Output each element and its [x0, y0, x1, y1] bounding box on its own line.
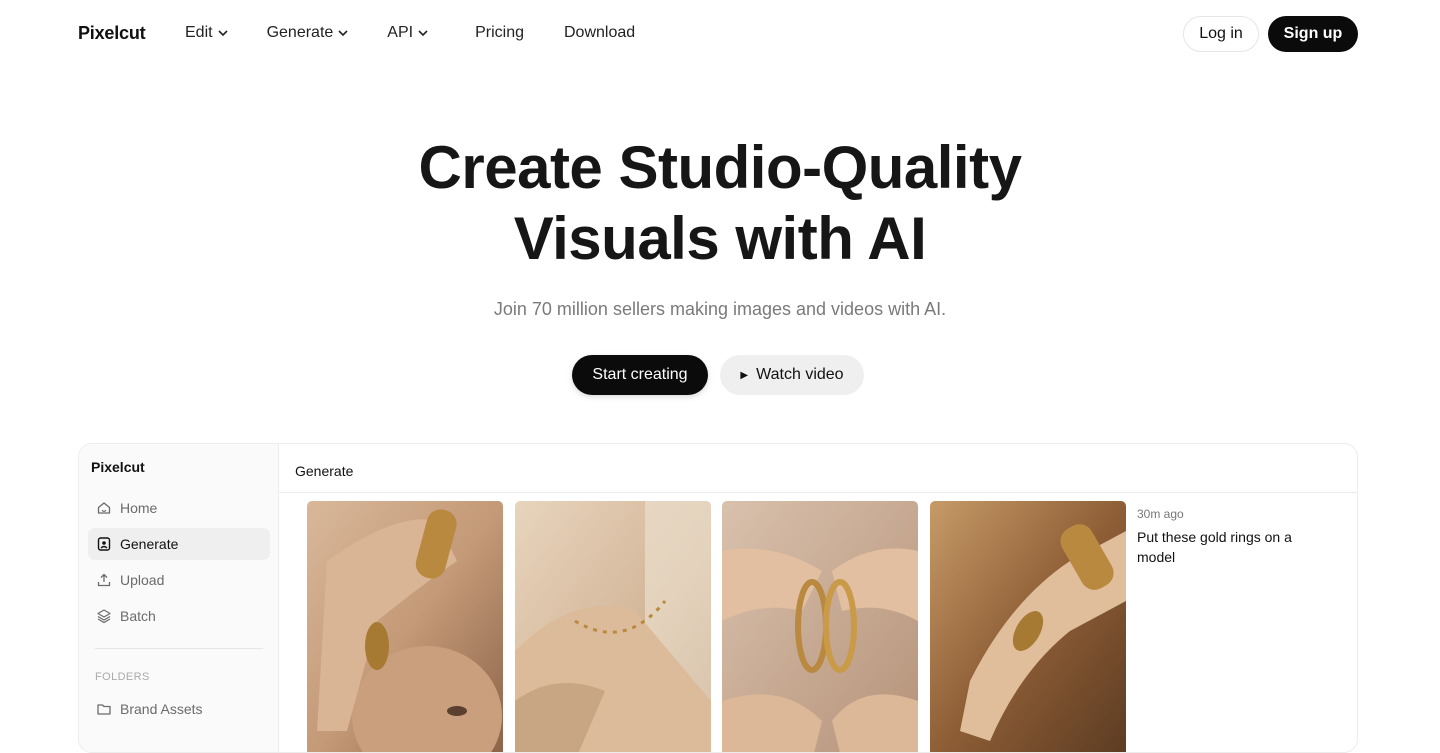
chevron-down-icon [218, 30, 228, 37]
app-preview: Pixelcut Home Generate Upload Batch FOLD… [78, 443, 1358, 753]
nav-edit[interactable]: Edit [185, 24, 229, 42]
nav-pricing-label: Pricing [475, 24, 524, 41]
watch-video-button[interactable]: ▶ Watch video [720, 355, 864, 395]
home-icon [97, 502, 111, 514]
nav-generate[interactable]: Generate [267, 24, 350, 42]
sidebar-item-label: Home [120, 500, 158, 516]
nav-api-label: API [387, 24, 414, 41]
sidebar-item-label: Brand Assets [120, 701, 203, 717]
hero-subtitle: Join 70 million sellers making images an… [493, 299, 947, 319]
nav-generate-label: Generate [266, 24, 334, 41]
hero-title-line-2: Visuals with AI [513, 205, 927, 272]
sidebar-item-label: Generate [120, 536, 179, 552]
sidebar-item-generate[interactable]: Generate [88, 528, 270, 560]
login-button[interactable]: Log in [1183, 16, 1259, 52]
nav-api[interactable]: API [387, 24, 429, 42]
hero-title-line-1: Create Studio-Quality [418, 134, 1022, 201]
generated-image-1[interactable] [307, 501, 503, 752]
nav-pricing[interactable]: Pricing [475, 24, 524, 42]
sidebar-logo: Pixelcut [91, 459, 145, 475]
logo[interactable]: Pixelcut [78, 23, 146, 44]
nav-links: Edit Generate API Pricing Download [185, 24, 635, 42]
top-nav: Pixelcut Edit Generate API Pricing Downl… [0, 0, 1440, 68]
generation-prompt: Put these gold rings on a model [1137, 529, 1292, 565]
image-woman-cuff [307, 501, 503, 752]
play-icon: ▶ [740, 369, 749, 381]
watch-video-label: Watch video [756, 366, 844, 383]
image-anklet [515, 501, 711, 752]
sidebar-item-brand-assets[interactable]: Brand Assets [88, 693, 270, 725]
signup-button[interactable]: Sign up [1268, 16, 1358, 52]
sidebar-divider [95, 648, 263, 649]
chevron-down-icon [338, 30, 348, 37]
image-hand-ring [930, 501, 1126, 752]
sidebar-item-upload[interactable]: Upload [88, 564, 270, 596]
start-creating-button[interactable]: Start creating [572, 355, 708, 395]
image-hoop-earrings [722, 501, 918, 752]
generated-image-3[interactable] [722, 501, 918, 752]
folders-heading: FOLDERS [95, 671, 150, 683]
sidebar-item-batch[interactable]: Batch [88, 600, 270, 632]
nav-edit-label: Edit [185, 24, 213, 41]
chevron-down-icon [418, 30, 428, 37]
nav-download[interactable]: Download [564, 24, 635, 42]
folder-icon [97, 704, 111, 715]
generated-image-2[interactable] [515, 501, 711, 752]
generation-time: 30m ago [1137, 507, 1184, 521]
layers-icon [97, 609, 111, 624]
main-header: Generate [279, 444, 1357, 493]
sidebar-item-label: Upload [120, 572, 165, 588]
sidebar-item-home[interactable]: Home [88, 492, 270, 524]
upload-icon [97, 573, 111, 587]
app-sidebar: Pixelcut Home Generate Upload Batch FOLD… [79, 444, 279, 752]
hero-title: Create Studio-Quality Visuals with AI [0, 132, 1440, 274]
sidebar-item-label: Batch [120, 608, 156, 624]
generate-icon [97, 537, 111, 551]
generated-image-4[interactable] [930, 501, 1126, 752]
main-title: Generate [295, 463, 354, 479]
nav-download-label: Download [564, 24, 636, 41]
